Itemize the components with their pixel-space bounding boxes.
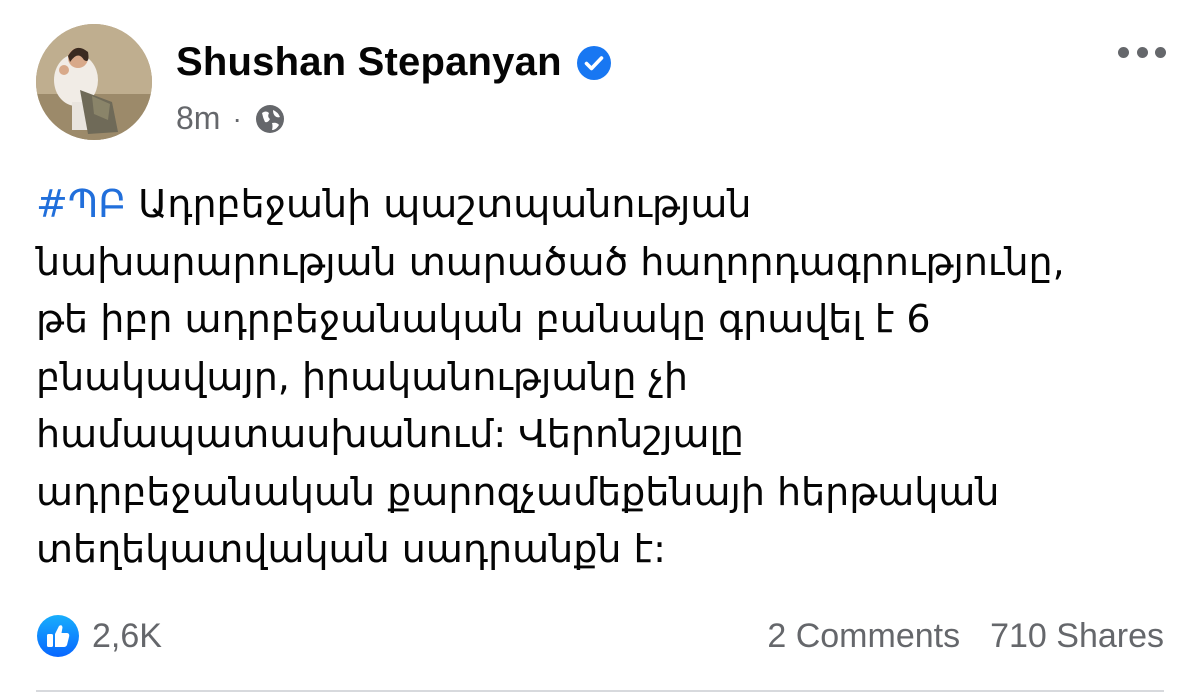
post-text-line: համապատասխանում: Վերոնշյալը <box>36 412 744 456</box>
post-text-line: բնակավայր, իրականությանը չի <box>36 354 688 399</box>
reaction-count: 2,6K <box>92 616 162 655</box>
author-avatar[interactable] <box>36 24 152 140</box>
more-options-button[interactable] <box>1118 38 1166 66</box>
author-row: Shushan Stepanyan <box>176 40 612 85</box>
more-dot-icon <box>1155 46 1166 58</box>
verified-badge-icon <box>576 45 612 81</box>
reactions-summary[interactable]: 2,6K <box>36 614 162 658</box>
post-meta: 8m · <box>176 100 286 137</box>
like-icon <box>36 614 80 658</box>
post-text-line: #ՊԲ Ադրբեջանի պաշտպանության <box>36 176 1176 234</box>
post-text: #ՊԲ Ադրբեջանի պաշտպանության նախարարությա… <box>36 176 1176 579</box>
post-text-line: նախարարության տարածած հաղորդագրությունը, <box>36 239 1065 284</box>
post-timestamp[interactable]: 8m <box>176 100 220 137</box>
facebook-post: Shushan Stepanyan 8m · #ՊԲ Ադրբեջանի պաշ… <box>0 0 1200 696</box>
post-text-line: թե իբր ադրբեջանական բանակը գրավել է 6 <box>36 297 931 341</box>
hashtag-link[interactable]: #ՊԲ <box>36 182 126 226</box>
more-dot-icon <box>1136 46 1148 58</box>
post-text-line: տեղեկատվական սադրանքն է: <box>36 527 666 571</box>
globe-icon <box>254 103 286 135</box>
post-footer: 2,6K 2 Comments 710 Shares <box>36 612 1164 660</box>
more-dot-icon <box>1118 46 1129 58</box>
author-name[interactable]: Shushan Stepanyan <box>176 40 562 85</box>
comments-count-link[interactable]: 2 Comments <box>767 617 960 656</box>
avatar-photo <box>36 24 152 140</box>
post-text-fragment: Ադրբեջանի պաշտպանության <box>126 182 752 226</box>
footer-divider <box>36 690 1164 692</box>
shares-count-link[interactable]: 710 Shares <box>990 617 1164 656</box>
post-text-line: ադրբեջանական քարոզչամեքենայի հերթական <box>36 469 1000 514</box>
engagement-counts: 2 Comments 710 Shares <box>767 617 1164 656</box>
meta-separator: · <box>232 102 242 134</box>
